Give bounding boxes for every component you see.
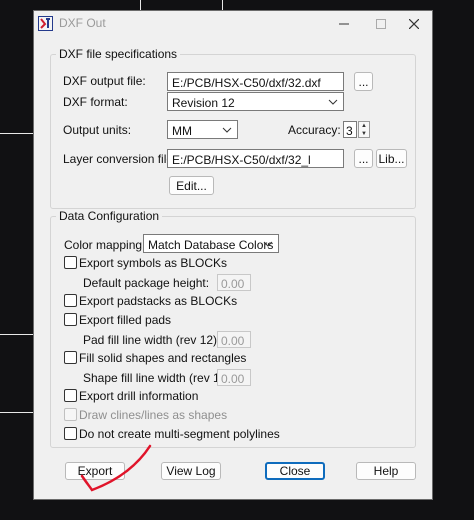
export-symbols-label[interactable]: Export symbols as BLOCKs	[79, 256, 227, 270]
draw-clines-checkbox[interactable]	[64, 408, 77, 421]
edit-button[interactable]: Edit...	[169, 176, 214, 195]
dxf-format-label: DXF format:	[63, 95, 128, 109]
title-bar: DXF Out	[34, 11, 432, 37]
layer-conversion-file-label: Layer conversion file:	[63, 152, 177, 166]
close-icon	[409, 19, 419, 29]
group-legend: DXF file specifications	[56, 47, 181, 61]
background-line	[0, 334, 33, 335]
pad-fill-line-width-label: Pad fill line width (rev 12):	[83, 333, 221, 347]
background-line	[0, 133, 33, 134]
chevron-down-icon	[222, 127, 232, 133]
minimize-icon	[339, 23, 349, 25]
maximize-icon	[376, 19, 386, 29]
accuracy-spinner[interactable]: ▲ ▼	[358, 121, 370, 138]
chevron-down-icon	[263, 241, 273, 247]
dxf-format-value: Revision 12	[172, 96, 235, 110]
spin-down-icon[interactable]: ▼	[359, 130, 369, 138]
close-window-button[interactable]	[396, 11, 432, 37]
fill-solid-shapes-checkbox[interactable]	[64, 351, 77, 364]
help-button[interactable]: Help	[356, 462, 416, 480]
shape-fill-line-width-input[interactable]: 0.00	[217, 369, 251, 386]
export-drill-info-label[interactable]: Export drill information	[79, 389, 198, 403]
output-units-select[interactable]: MM	[167, 120, 238, 139]
shape-fill-line-width-label: Shape fill line width (rev 12):	[83, 371, 234, 385]
export-filled-pads-checkbox[interactable]	[64, 313, 77, 326]
default-package-height-input[interactable]: 0.00	[217, 274, 251, 291]
accuracy-input[interactable]: 3	[343, 121, 357, 138]
no-multi-segment-polylines-checkbox[interactable]	[64, 427, 77, 440]
pad-fill-line-width-input[interactable]: 0.00	[217, 331, 251, 348]
window-title: DXF Out	[59, 16, 106, 30]
color-mapping-value: Match Database Colors	[148, 238, 274, 252]
fill-solid-shapes-label[interactable]: Fill solid shapes and rectangles	[79, 351, 246, 365]
export-drill-info-checkbox[interactable]	[64, 389, 77, 402]
output-units-value: MM	[172, 124, 192, 138]
export-padstacks-checkbox[interactable]	[64, 294, 77, 307]
minimize-button[interactable]	[326, 11, 362, 37]
layer-conversion-file-input[interactable]: E:/PCB/HSX-C50/dxf/32_l	[167, 149, 344, 168]
close-button[interactable]: Close	[265, 462, 325, 480]
output-file-input[interactable]: E:/PCB/HSX-C50/dxf/32.dxf	[167, 72, 344, 91]
spin-up-icon[interactable]: ▲	[359, 122, 369, 130]
color-mapping-label: Color mapping:	[64, 238, 146, 252]
chevron-down-icon	[328, 99, 338, 105]
color-mapping-select[interactable]: Match Database Colors	[143, 234, 279, 253]
export-filled-pads-label[interactable]: Export filled pads	[79, 313, 171, 327]
default-package-height-label: Default package height:	[83, 276, 210, 290]
dxf-app-icon	[38, 16, 53, 31]
background-line	[140, 0, 141, 10]
view-log-button[interactable]: View Log	[161, 462, 221, 480]
group-legend: Data Configuration	[56, 209, 163, 223]
output-units-label: Output units:	[63, 123, 132, 137]
layer-file-browse-button[interactable]: ...	[354, 149, 373, 168]
background-line	[222, 0, 223, 10]
export-padstacks-label[interactable]: Export padstacks as BLOCKs	[79, 294, 237, 308]
background-line	[0, 412, 33, 413]
output-file-browse-button[interactable]: ...	[354, 72, 373, 91]
output-file-label: DXF output file:	[63, 74, 146, 88]
draw-clines-label[interactable]: Draw clines/lines as shapes	[79, 408, 227, 422]
dxf-format-select[interactable]: Revision 12	[167, 92, 344, 111]
red-annotation-stroke	[80, 444, 152, 492]
accuracy-label: Accuracy:	[288, 123, 341, 137]
lib-button[interactable]: Lib...	[376, 149, 407, 168]
dxf-out-dialog: DXF Out DXF file specifications DXF outp…	[33, 10, 433, 500]
export-symbols-checkbox[interactable]	[64, 256, 77, 269]
maximize-button[interactable]	[363, 11, 399, 37]
